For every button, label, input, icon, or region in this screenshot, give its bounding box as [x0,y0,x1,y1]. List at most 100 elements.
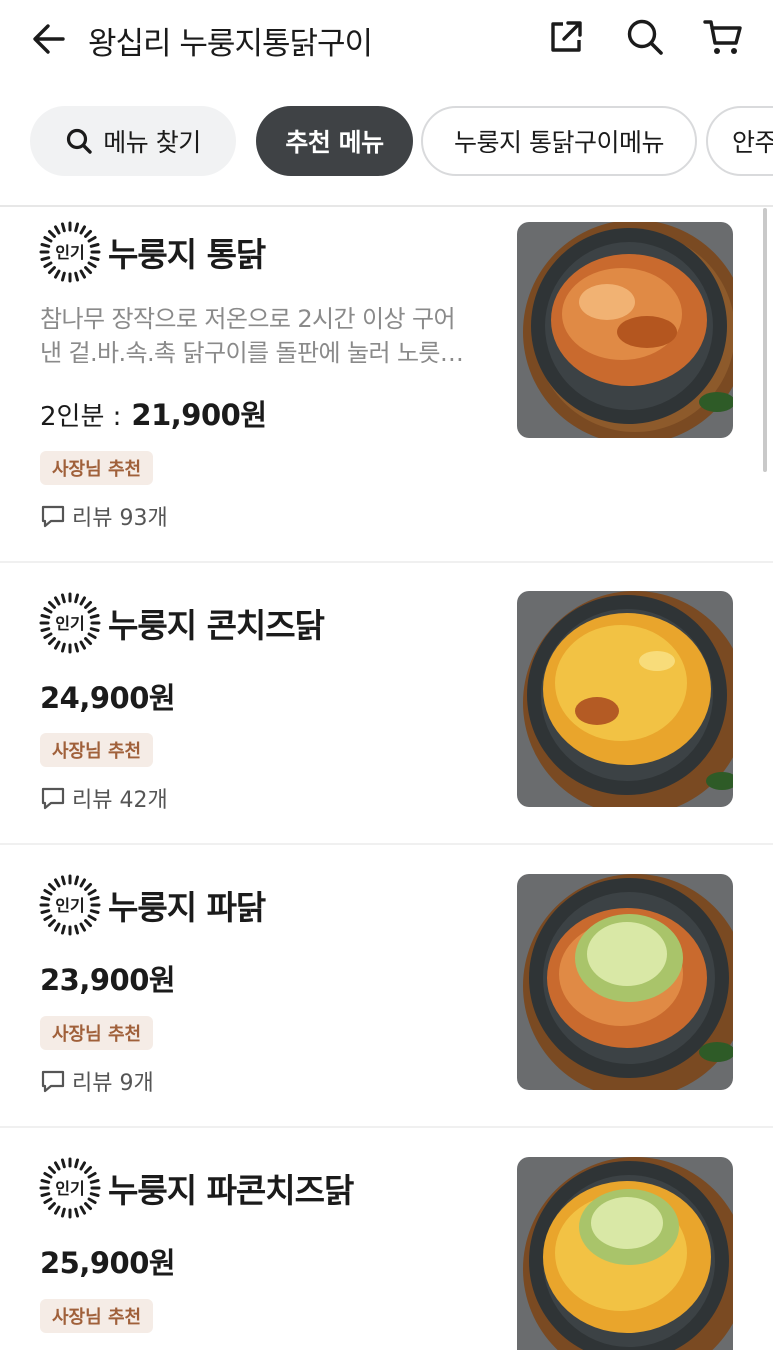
badge-ray [43,632,53,639]
badge-ray [84,1202,93,1211]
share-button[interactable] [543,14,589,60]
badge-ray [89,895,100,901]
badge-ray [47,919,56,928]
share-icon [551,21,582,52]
badge-ray [54,269,61,279]
menu-item-photo[interactable] [517,222,733,438]
menu-item[interactable]: 인기 누룽지 통닭 참나무 장작으로 저온으로 2시간 이상 구어 낸 겉.바.… [0,208,773,561]
badge-ray [87,1197,97,1204]
badge-ray [54,878,61,888]
top-app-bar: 왕십리 누룽지통닭구이 [0,0,773,84]
badge-ray [47,882,56,891]
badge-ray [40,909,51,915]
badge-ray [79,269,86,279]
menu-item-name: 누룽지 파닭 [108,888,266,927]
header-divider [0,205,773,207]
badge-ray [89,1192,100,1198]
menu-item-photo[interactable] [517,591,733,807]
tab-nurungji-chicken[interactable]: 누룽지 통닭구이메뉴 [421,106,697,176]
menu-search-chip[interactable]: 메뉴 찾기 [30,106,236,176]
menu-item-title-row: 인기 누룽지 파콘치즈닭 [38,1156,354,1220]
badge-ray [43,1197,53,1204]
badge-ray [40,627,51,633]
menu-item-name: 누룽지 콘치즈닭 [108,606,325,645]
badge-ray [60,593,66,604]
badge-ray [60,222,66,233]
badge-ray [47,1165,56,1174]
menu-item-price-line: 2인분 : 21,900원 [40,392,267,434]
description-line: 낸 겉.바.속.촉 닭구이를 돌판에 눌러 노릇… [40,339,464,367]
search-icon [67,128,92,154]
badge-ray [84,919,93,928]
badge-ray [74,593,80,604]
badge-ray [74,1158,80,1169]
badge-ray [87,632,97,639]
badge-ray [54,922,61,932]
badge-ray [47,600,56,609]
badge-ray [40,1192,51,1198]
tab-side-dishes[interactable]: 안주 [706,106,773,176]
tab-recommended[interactable]: 추천 메뉴 [256,106,413,176]
review-count-label: 리뷰 93개 [72,506,168,531]
badge-ray [89,1178,100,1184]
menu-item[interactable]: 인기 누룽지 파콘치즈닭 25,900원 사장님 추천 [0,1128,773,1350]
badge-ray [47,637,56,646]
review-count-label: 리뷰 42개 [72,788,168,813]
speech-bubble-icon [41,505,65,528]
badge-ray [60,271,66,282]
store-title: 왕십리 누룽지통닭구이 [88,26,373,62]
menu-item-title-row: 인기 누룽지 파닭 [38,873,266,937]
badge-ray [40,895,51,901]
menu-item-price: 25,900원 [40,1246,176,1280]
review-count-label: 리뷰 9개 [72,1071,154,1096]
category-chip-bar: 메뉴 찾기 추천 메뉴 누룽지 통닭구이메뉴 안주 [0,104,773,178]
serving-size: 2인분 : [40,402,122,432]
badge-ray [60,875,66,886]
badge-ray [89,627,100,633]
owner-pick-tag: 사장님 추천 [40,733,154,767]
badge-ray [79,878,86,888]
cart-button[interactable] [700,14,746,60]
menu-item[interactable]: 인기 누룽지 콘치즈닭 24,900원 사장님 추천 리뷰 42개 [0,563,773,843]
popular-badge-icon: 인기 [39,874,101,936]
popular-badge-label: 인기 [55,896,84,915]
badge-ray [54,640,61,650]
cart-icon [703,20,742,54]
badge-ray [74,642,80,653]
badge-ray [84,266,93,275]
badge-ray [60,1158,66,1169]
badge-ray [79,225,86,235]
menu-item-title-row: 인기 누룽지 콘치즈닭 [38,591,325,655]
badge-ray [60,1207,66,1218]
badge-ray [60,924,66,935]
badge-ray [79,1161,86,1171]
search-icon [627,19,663,55]
badge-ray [87,261,97,268]
badge-ray [87,236,97,243]
badge-ray [79,922,86,932]
menu-search-label: 메뉴 찾기 [103,128,201,157]
badge-ray [54,1161,61,1171]
badge-ray [43,261,53,268]
menu-item-photo[interactable] [517,874,733,1090]
popular-badge-icon: 인기 [39,221,101,283]
popular-badge-label: 인기 [55,1179,84,1198]
scrollbar[interactable] [763,208,767,472]
popular-badge-icon: 인기 [39,592,101,654]
menu-item-photo[interactable] [517,1157,733,1350]
review-count: 리뷰 93개 [40,500,168,532]
search-button[interactable] [622,14,668,60]
menu-item-name: 누룽지 파콘치즈닭 [108,1171,354,1210]
menu-item-name: 누룽지 통닭 [108,235,266,274]
menu-item[interactable]: 인기 누룽지 파닭 23,900원 사장님 추천 리뷰 9개 [0,845,773,1126]
badge-ray [47,1202,56,1211]
popular-badge-label: 인기 [55,614,84,633]
badge-ray [40,242,51,248]
badge-ray [89,613,100,619]
speech-bubble-icon [41,787,65,810]
badge-ray [60,642,66,653]
owner-pick-tag: 사장님 추천 [40,1016,154,1050]
back-button[interactable] [26,16,72,62]
badge-ray [43,1172,53,1179]
owner-pick-tag: 사장님 추천 [40,451,154,485]
